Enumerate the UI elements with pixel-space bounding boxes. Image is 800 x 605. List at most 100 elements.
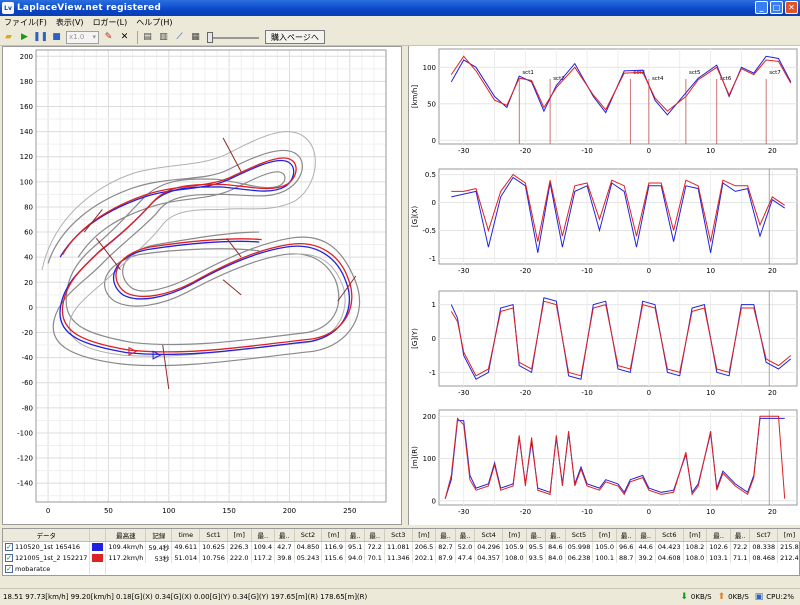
close-button[interactable]: ✕: [785, 1, 798, 14]
row-checkbox[interactable]: ✓: [5, 542, 13, 551]
column-header[interactable]: 最..: [730, 529, 751, 542]
y-tick-label: -40: [22, 354, 33, 362]
zoom-select[interactable]: x1.0 ▾: [66, 30, 99, 44]
document-icon[interactable]: ▤: [141, 31, 154, 44]
column-header[interactable]: Sct6: [655, 529, 684, 542]
table-cell: 108.2: [683, 541, 708, 552]
table-cell: 49.611: [171, 541, 201, 552]
marker-icon[interactable]: ✎: [102, 31, 115, 44]
table-cell: 222.0: [227, 552, 252, 563]
column-header[interactable]: [m]: [592, 529, 617, 542]
minimize-button[interactable]: _: [755, 1, 768, 14]
column-header[interactable]: [m]: [321, 529, 346, 542]
track-outline: [42, 132, 360, 389]
column-header[interactable]: 記録: [145, 529, 173, 542]
row-name-cell[interactable]: ✓ mobaratce: [3, 563, 91, 574]
table-cell: 44.6: [635, 541, 656, 552]
table-cell: 105.0: [592, 541, 617, 552]
table-cell: 108.0: [683, 552, 708, 563]
table-cell: 87.9: [435, 552, 456, 563]
table-row[interactable]: ✓ 121005_1st_2 152217 117.2km/h 53秒 51.014 10…: [3, 552, 800, 563]
lap-data-table[interactable]: データ 最高速 記録 time Sct1 [m] 最.. 最.. Sct2 [m] 最.. 最.. Sc…: [2, 528, 800, 576]
table-body: ✓ 110520_1st 165416 109.4km/h 59.4秒 49.611 10…: [3, 541, 800, 574]
column-header[interactable]: 最..: [435, 529, 456, 542]
table-row[interactable]: ✓ 110520_1st 165416 109.4km/h 59.4秒 49.611 10…: [3, 541, 800, 552]
x-tick-label: 50: [104, 507, 113, 515]
column-header[interactable]: 最..: [274, 529, 295, 542]
column-header[interactable]: [m]: [502, 529, 527, 542]
row-name-cell[interactable]: ✓ 110520_1st 165416: [3, 541, 91, 552]
menu-file[interactable]: ファイル(F): [4, 17, 47, 28]
y-tick-label: 120: [20, 153, 33, 161]
table-cell: 04.850: [294, 541, 323, 552]
column-header[interactable]: 最高速: [105, 529, 147, 542]
cpu-usage: ▣ CPU:2%: [754, 592, 794, 602]
menu-logger[interactable]: ロガー(L): [93, 17, 128, 28]
table-cell: 53秒: [145, 552, 173, 563]
pause-icon[interactable]: ❚❚: [33, 31, 48, 44]
column-header[interactable]: [89, 529, 107, 542]
slider-track: [207, 36, 259, 39]
column-header[interactable]: time: [171, 529, 201, 542]
play-icon[interactable]: ▶: [18, 31, 31, 44]
x-tick-label: -10: [581, 389, 592, 397]
column-header[interactable]: [m]: [227, 529, 252, 542]
column-header[interactable]: 最..: [526, 529, 547, 542]
delete-icon[interactable]: ✕: [118, 31, 131, 44]
open-folder-icon[interactable]: ▰: [2, 31, 15, 44]
y-tick-label: 0.5: [425, 171, 436, 179]
app-icon: Lv: [2, 2, 14, 14]
table-cell: 95.5: [526, 541, 547, 552]
column-header[interactable]: Sct4: [474, 529, 504, 542]
sector-annotation: sct1: [522, 70, 534, 76]
column-header[interactable]: 最..: [364, 529, 385, 542]
x-tick-label: 250: [343, 507, 356, 515]
upload-rate: ⬆ 0KB/S: [717, 592, 749, 602]
column-header[interactable]: [m]: [412, 529, 437, 542]
column-header[interactable]: 最..: [545, 529, 566, 542]
menu-view[interactable]: 表示(V): [56, 17, 84, 28]
column-header[interactable]: [m]: [777, 529, 800, 542]
column-header[interactable]: [m]: [683, 529, 708, 542]
column-header[interactable]: Sct5: [565, 529, 594, 542]
column-header[interactable]: 最..: [706, 529, 731, 542]
column-header[interactable]: データ: [3, 529, 91, 542]
track-map-panel[interactable]: 0 50 100 150 200 250 200 180 160 140 120 100 80 60 40 2…: [2, 46, 402, 525]
column-header[interactable]: 最..: [345, 529, 366, 542]
playback-slider[interactable]: [207, 31, 259, 44]
track-map[interactable]: 0 50 100 150 200 2502001801601401201008060402…: [3, 47, 401, 524]
row-checkbox[interactable]: ✓: [5, 553, 13, 562]
table-cell: 202.1: [412, 552, 437, 563]
column-header[interactable]: 最..: [635, 529, 656, 542]
maximize-button[interactable]: □: [770, 1, 783, 14]
column-header[interactable]: 最..: [455, 529, 476, 542]
charts-panel[interactable]: 100 50 0 -30 -20 -10 0 10 20 [km/h] sct1 sct2 sct3 sc…: [408, 46, 800, 525]
table-row[interactable]: ✓ mobaratce: [3, 563, 800, 574]
y-tick-label: 40: [24, 254, 33, 262]
column-header[interactable]: 最..: [251, 529, 276, 542]
chart-icon[interactable]: ⟋: [173, 31, 186, 44]
column-header[interactable]: Sct1: [199, 529, 228, 542]
column-header[interactable]: Sct7: [749, 529, 779, 542]
y-tick-label: -1: [429, 369, 436, 377]
table-cell: 93.5: [526, 552, 547, 563]
y-tick-label: 100: [20, 178, 33, 186]
menu-help[interactable]: ヘルプ(H): [136, 17, 172, 28]
y-tick-label: 160: [20, 103, 33, 111]
column-header[interactable]: Sct2: [294, 529, 323, 542]
table-icon[interactable]: ▦: [189, 31, 202, 44]
table-cell: 109.4: [251, 541, 276, 552]
y-tick-label: 60: [24, 229, 33, 237]
x-tick-label: -20: [520, 147, 531, 155]
row-name-cell[interactable]: ✓ 121005_1st_2 152217: [3, 552, 91, 563]
export-icon[interactable]: ▥: [157, 31, 170, 44]
slider-thumb[interactable]: [207, 31, 213, 43]
stop-icon[interactable]: ■: [50, 31, 63, 44]
column-header[interactable]: 最..: [616, 529, 637, 542]
telemetry-charts[interactable]: 100500-30 -20 -10 0 10 20[km/h]sct1sct2sct3sc…: [409, 46, 800, 525]
purchase-button[interactable]: 購入ページへ: [265, 30, 325, 44]
sector-marker: [84, 209, 102, 232]
y-tick-label: 50: [427, 100, 436, 108]
row-checkbox[interactable]: ✓: [5, 564, 13, 573]
column-header[interactable]: Sct3: [384, 529, 413, 542]
